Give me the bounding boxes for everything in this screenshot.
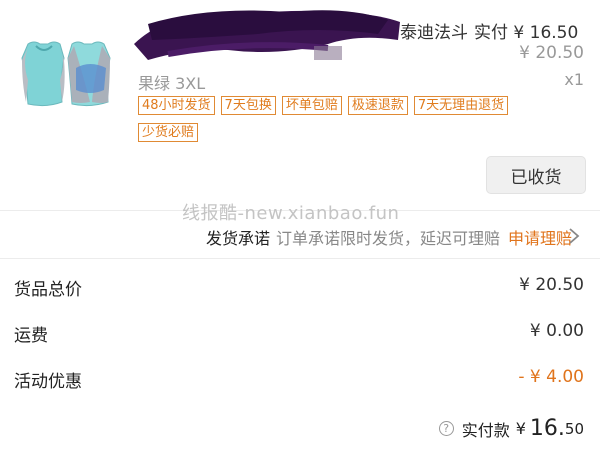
promise-title: 发货承诺 bbox=[205, 229, 270, 248]
vest-back-icon bbox=[67, 41, 111, 107]
total-paid-label: 实付款 bbox=[461, 420, 510, 440]
total-paid-decimal: 50 bbox=[564, 419, 584, 438]
product-quantity: x1 bbox=[564, 70, 584, 89]
service-tags: 48小时发货 7天包换 坏单包赔 极速退款 7天无理由退货少货必赔 bbox=[138, 94, 558, 148]
total-paid: ? 实付款 ¥ 16. 50 bbox=[438, 416, 584, 441]
vest-front-icon bbox=[21, 41, 65, 107]
tag-7day-return: 7天无理由退货 bbox=[413, 96, 509, 115]
received-button[interactable]: 已收货 bbox=[486, 156, 586, 194]
original-price: ¥ 20.50 bbox=[519, 43, 584, 63]
tag-damage-compensation: 坏单包赔 bbox=[281, 96, 342, 115]
help-icon[interactable]: ? bbox=[438, 421, 454, 436]
shipping-promise-row[interactable]: 发货承诺 订单承诺限时发货，延迟可理赔 申请理赔 bbox=[206, 225, 572, 249]
tag-shortage-compensation: 少货必赔 bbox=[138, 123, 199, 142]
watermark: 线报酷-new.xianbao.fun bbox=[182, 203, 400, 224]
shipping-fee-label: 运费 bbox=[14, 326, 48, 346]
product-title-text: 泰迪法斗 bbox=[400, 23, 468, 43]
product-image[interactable] bbox=[14, 38, 118, 110]
promise-desc: 订单承诺限时发货，延迟可理赔 bbox=[275, 229, 500, 248]
product-variant: 果绿 3XL bbox=[138, 74, 206, 93]
paid-label: 实付 bbox=[474, 23, 508, 43]
tag-48h-ship: 48小时发货 bbox=[138, 96, 215, 115]
chevron-right-icon[interactable] bbox=[566, 226, 582, 246]
goods-total-value: ¥ 20.50 bbox=[519, 275, 584, 295]
redacted-title-scribble bbox=[128, 4, 408, 66]
tag-7day-exchange: 7天包换 bbox=[220, 96, 276, 115]
paid-price: ¥ 16.50 bbox=[513, 23, 579, 43]
product-title[interactable]: 泰迪法斗 实付 ¥ 16.50 bbox=[400, 18, 578, 43]
total-paid-currency: ¥ bbox=[515, 419, 526, 438]
total-paid-integer: 16. bbox=[529, 416, 565, 441]
divider bbox=[0, 258, 600, 259]
shipping-fee-value: ¥ 0.00 bbox=[529, 321, 584, 341]
tag-fast-refund: 极速退款 bbox=[347, 96, 408, 115]
goods-total-label: 货品总价 bbox=[14, 280, 82, 300]
discount-value: - ¥ 4.00 bbox=[518, 367, 584, 387]
claim-link[interactable]: 申请理赔 bbox=[508, 229, 572, 248]
discount-label: 活动优惠 bbox=[14, 372, 82, 392]
